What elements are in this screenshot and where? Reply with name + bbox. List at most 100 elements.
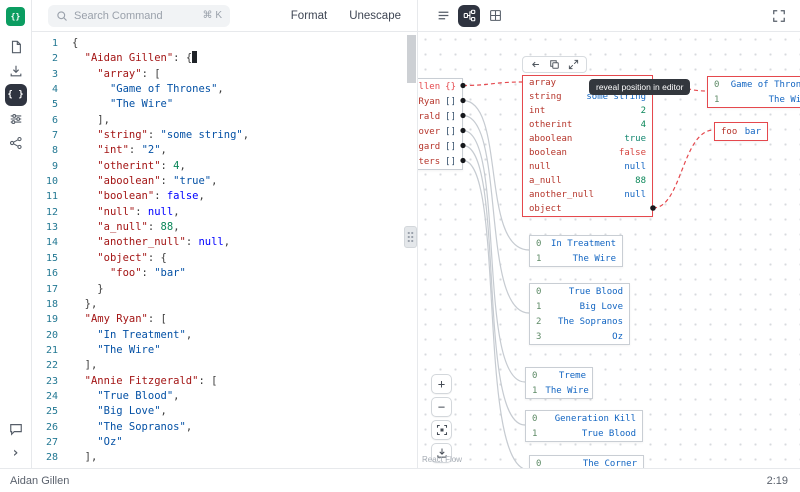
code-line[interactable]: "string": "some string",: [72, 128, 417, 143]
download-icon[interactable]: [5, 60, 27, 82]
graph-node-corner[interactable]: 0 The Corner: [529, 455, 644, 468]
table-view-toggle[interactable]: [484, 5, 506, 27]
root-node-row[interactable]: Aidan Gillen{}: [418, 79, 462, 94]
fullscreen-icon[interactable]: [772, 9, 786, 23]
code-line[interactable]: ],: [72, 113, 417, 128]
code-line[interactable]: "null": null,: [72, 205, 417, 220]
collapse-sidebar-icon[interactable]: ›: [5, 442, 27, 464]
code-line[interactable]: {: [72, 36, 417, 51]
code-line[interactable]: "a_null": 88,: [72, 220, 417, 235]
node-row[interactable]: another_null null: [523, 188, 652, 202]
editor-scrollbar[interactable]: [407, 35, 416, 83]
zoom-in-button[interactable]: +: [431, 374, 452, 394]
code-line[interactable]: "array": [: [72, 67, 417, 82]
node-row[interactable]: null null: [523, 160, 652, 174]
logo-glyph: {}: [10, 12, 21, 21]
node-row[interactable]: foo bar: [715, 123, 767, 140]
code-line[interactable]: },: [72, 297, 417, 312]
code-line[interactable]: ],: [72, 450, 417, 465]
code-line[interactable]: "True Blood",: [72, 389, 417, 404]
code-line[interactable]: "aboolean": "true",: [72, 174, 417, 189]
node-row[interactable]: 0 Treme: [526, 368, 592, 383]
graph-node-foo[interactable]: foo bar: [714, 122, 768, 141]
fit-view-button[interactable]: [431, 420, 452, 440]
code-line[interactable]: "Aidan Gillen": {: [72, 51, 417, 66]
node-row[interactable]: object: [523, 202, 652, 216]
flow-view-toggle[interactable]: [458, 4, 480, 27]
code-line[interactable]: }: [72, 282, 417, 297]
node-row[interactable]: boolean false: [523, 146, 652, 160]
node-row[interactable]: 1The Wire: [530, 251, 622, 266]
node-row[interactable]: 1 Big Love: [530, 299, 629, 314]
node-row[interactable]: 0 In Treatment: [530, 236, 622, 251]
graph-node-got[interactable]: 0Game of Thrones1The Wire: [707, 76, 800, 108]
code-line[interactable]: ],: [72, 358, 417, 373]
root-node-row[interactable]: Anwan Glover[]: [418, 124, 462, 139]
line-number: 19: [45, 314, 58, 326]
app-logo[interactable]: {}: [6, 7, 25, 26]
copy-icon[interactable]: [549, 59, 560, 70]
code-line[interactable]: "Amy Ryan": [: [72, 312, 417, 327]
panel-resize-handle[interactable]: [404, 226, 417, 248]
edge-amy-ryan: [462, 99, 530, 251]
search-shortcut: ⌘ K: [202, 10, 222, 21]
code-line[interactable]: "Big Love",: [72, 404, 417, 419]
node-row[interactable]: 3 Oz: [530, 329, 629, 344]
node-row[interactable]: 1The Wire: [526, 383, 592, 398]
node-row[interactable]: 1The Wire: [708, 92, 800, 107]
code-line[interactable]: "In Treatment",: [72, 328, 417, 343]
code-line[interactable]: "object": {: [72, 251, 417, 266]
graph-selected-node[interactable]: array string some string int 2 otherint 4 abool…: [522, 75, 653, 217]
share-nodes-icon[interactable]: [5, 132, 27, 154]
node-row[interactable]: 0 Generation Kill: [526, 411, 642, 426]
code-line[interactable]: "The Sopranos",: [72, 420, 417, 435]
code-line[interactable]: "The Wire": [72, 97, 417, 112]
code-lines[interactable]: { "Aidan Gillen": { "array": [ "Game of …: [72, 32, 417, 468]
search-input[interactable]: [74, 9, 197, 22]
node-row[interactable]: a_null 88: [523, 174, 652, 188]
code-line[interactable]: "foo": "bar": [72, 266, 417, 281]
code-line[interactable]: "int": "2",: [72, 143, 417, 158]
graph-node-alex[interactable]: 0 Generation Kill 1 True Blood: [525, 410, 643, 442]
format-button[interactable]: Format: [291, 10, 327, 22]
react-flow-attribution[interactable]: React Flow: [422, 455, 462, 464]
code-line[interactable]: "otherint": 4,: [72, 159, 417, 174]
line-number: 25: [45, 406, 58, 418]
expand-node-icon[interactable]: [568, 59, 579, 70]
json-editor[interactable]: 1 2 3 4 5 6 7 8 9 10 11 12 13 14 15 16 17 18 19 20 21 22 23 24 2…: [32, 32, 417, 468]
reveal-in-editor-icon[interactable]: [530, 59, 541, 70]
node-row[interactable]: 0Game of Thrones: [708, 77, 800, 92]
root-node-row[interactable]: Annie Fitzgerald[]: [418, 109, 462, 124]
code-line[interactable]: "Oz": [72, 435, 417, 450]
file-icon[interactable]: [5, 36, 27, 58]
node-row[interactable]: 0 True Blood: [530, 284, 629, 299]
node-row[interactable]: int 2: [523, 104, 652, 118]
node-row[interactable]: 0 The Corner: [530, 456, 643, 469]
code-line[interactable]: "The Wire": [72, 343, 417, 358]
line-number: 13: [45, 222, 58, 234]
zoom-out-button[interactable]: −: [431, 397, 452, 417]
graph-node-annie[interactable]: 0 True Blood 1 Big Love 2 The Sopranos 3 Oz: [529, 283, 630, 345]
graph-root-node[interactable]: Aidan Gillen{}Amy Ryan[]Annie Fitzgerald…: [418, 78, 463, 170]
feedback-icon[interactable]: [5, 418, 27, 440]
graph-node-amy[interactable]: 0 In Treatment 1 The Wire: [529, 235, 623, 267]
graph-node-anwan[interactable]: 0 Treme 1 The Wire: [525, 367, 593, 399]
code-line[interactable]: "Annie Fitzgerald": [: [72, 374, 417, 389]
list-view-toggle[interactable]: [432, 5, 454, 27]
root-node-row[interactable]: Clarke Peters[]: [418, 154, 462, 169]
unescape-button[interactable]: Unescape: [349, 10, 401, 22]
root-node-row[interactable]: Alexander Skarsgard[]: [418, 139, 462, 154]
status-path: Aidan Gillen: [10, 474, 70, 487]
node-row[interactable]: otherint 4: [523, 118, 652, 132]
braces-editor-icon[interactable]: { }: [4, 84, 27, 106]
command-search[interactable]: ⌘ K: [48, 4, 230, 27]
node-row[interactable]: aboolean true: [523, 132, 652, 146]
root-node-row[interactable]: Amy Ryan[]: [418, 94, 462, 109]
node-row[interactable]: 2 The Sopranos: [530, 314, 629, 329]
code-line[interactable]: "boolean": false,: [72, 189, 417, 204]
sliders-icon[interactable]: [5, 108, 27, 130]
code-line[interactable]: "Game of Thrones",: [72, 82, 417, 97]
graph-panel[interactable]: Aidan Gillen{}Amy Ryan[]Annie Fitzgerald…: [417, 32, 800, 468]
code-line[interactable]: "another_null": null,: [72, 235, 417, 250]
node-row[interactable]: 1 True Blood: [526, 426, 642, 441]
